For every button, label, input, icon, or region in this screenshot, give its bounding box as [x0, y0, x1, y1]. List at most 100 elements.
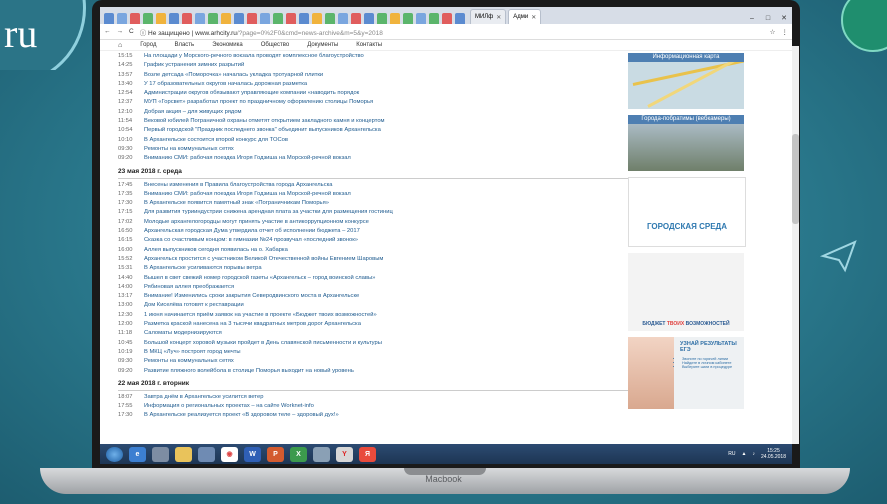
news-item[interactable]: 10:10 В Архангельске состоится второй кон… — [118, 136, 628, 145]
news-link[interactable]: Разметка краской нанесена на 3 тысячи кв… — [144, 321, 361, 327]
tool-icon[interactable] — [313, 446, 330, 462]
mini-tab[interactable] — [351, 13, 361, 24]
mini-tab[interactable] — [312, 13, 322, 24]
news-link[interactable]: Архангельск простится с участником Велик… — [144, 256, 383, 262]
news-link[interactable]: На площади у Морского-речного вокзала пр… — [144, 53, 364, 59]
mini-tab[interactable] — [195, 13, 205, 24]
news-item[interactable]: 09:30 Ремонты на коммунальных сетях — [118, 145, 628, 154]
mini-tab[interactable] — [455, 13, 465, 24]
mini-tab[interactable] — [403, 13, 413, 24]
news-link[interactable]: Первый городской "Праздник последнего зв… — [144, 127, 381, 133]
news-link[interactable]: Вековой юбилей Пограничной охраны отметя… — [144, 118, 385, 124]
news-item[interactable]: 14:00 Рябиновая аллея преображается — [118, 283, 628, 292]
news-item[interactable]: 15:15 На площади у Морского-речного вокза… — [118, 52, 628, 61]
news-item[interactable]: 09:30 Ремонты на коммунальных сетях — [118, 357, 628, 366]
news-link[interactable]: У 17 образовательных округов началась до… — [144, 81, 307, 87]
nav-dokumenty[interactable]: Документы — [307, 42, 338, 48]
mini-tab[interactable] — [325, 13, 335, 24]
news-item[interactable]: 18:07 Завтра днём в Архангельске усилится… — [118, 393, 628, 402]
mini-tab[interactable] — [221, 13, 231, 24]
news-item[interactable]: 11:18 Саломаты модернизируются — [118, 329, 628, 338]
city-environment-banner[interactable]: ГОРОДСКАЯ СРЕДА — [628, 177, 746, 247]
nav-ekonomika[interactable]: Экономика — [212, 42, 243, 48]
forward-arrow-icon[interactable]: → — [117, 28, 124, 35]
news-item[interactable]: 09:20 Развитие пляжного волейбола в столи… — [118, 367, 628, 376]
news-item[interactable]: 11:54 Вековой юбилей Пограничной охраны о… — [118, 117, 628, 126]
scroll-thumb[interactable] — [792, 134, 799, 224]
mini-tab[interactable] — [104, 13, 114, 24]
news-link[interactable]: Вниманию СМИ: рабочая поездка Игоря Годз… — [144, 155, 351, 161]
yandex-icon[interactable]: Y — [336, 446, 353, 462]
news-link[interactable]: Информация о региональных проектах – на … — [144, 403, 314, 409]
news-item[interactable]: 10:19 В МКЦ «Луч» построят город мечты — [118, 348, 628, 357]
news-item[interactable]: 16:15 Сказка со счастливым концом: в гимн… — [118, 236, 628, 245]
news-link[interactable]: График устранения зимних разрытий — [144, 62, 244, 68]
news-item[interactable]: 12:30 1 июня начинается приём заявок на у… — [118, 311, 628, 320]
page-scrollbar[interactable] — [792, 46, 799, 444]
mini-tab[interactable] — [338, 13, 348, 24]
budget-banner[interactable]: БЮДЖЕТ ТВОИХ ВОЗМОЖНОСТЕЙ — [628, 253, 744, 331]
nav-kontakty[interactable]: Контакты — [356, 42, 382, 48]
reload-icon[interactable]: C — [129, 28, 134, 35]
news-item[interactable]: 17:02 Молодые архангелогородцы могут прин… — [118, 218, 628, 227]
news-link[interactable]: Ремонты на коммунальных сетях — [144, 358, 234, 364]
news-item[interactable]: 13:57 Возле детсада «Поморочка» началась … — [118, 71, 628, 80]
info-map-banner[interactable]: Информационная карта — [628, 53, 744, 109]
news-link[interactable]: Внимание! Изменились сроки закрытия Севе… — [144, 293, 359, 299]
news-item[interactable]: 16:50 Архангельская городская Дума утверд… — [118, 227, 628, 236]
news-item[interactable]: 17:35 Вниманию СМИ: рабочая поездка Игоря… — [118, 190, 628, 199]
news-item[interactable]: 17:55 Информация о региональных проектах … — [118, 402, 628, 411]
mini-tab[interactable] — [273, 13, 283, 24]
mini-tab[interactable] — [143, 13, 153, 24]
news-link[interactable]: В Архангельске усиливаются порывы ветра — [144, 265, 262, 271]
news-link[interactable]: МУП «Горсвет» разработал проект по празд… — [144, 99, 373, 105]
news-item[interactable]: 15:52 Архангельск простится с участником … — [118, 255, 628, 264]
start-icon[interactable] — [106, 446, 123, 462]
news-item[interactable]: 17:45 Внесены изменения в Правила благоус… — [118, 181, 628, 190]
news-item[interactable]: 16:00 Аллея выпускников сегодня появилась… — [118, 246, 628, 255]
minimize-icon[interactable]: – — [744, 14, 760, 24]
mini-tab[interactable] — [117, 13, 127, 24]
nav-obshchestvo[interactable]: Общество — [261, 42, 290, 48]
news-link[interactable]: Для развития турииндустрии снижена аренд… — [144, 209, 393, 215]
maximize-icon[interactable]: □ — [760, 14, 776, 24]
twin-cities-banner[interactable]: Города-побратимы (вебкамеры) — [628, 115, 744, 171]
star-icon[interactable]: ☆ — [770, 28, 776, 36]
news-item[interactable]: 15:31 В Архангельске усиливаются порывы в… — [118, 264, 628, 273]
news-link[interactable]: В Архангельске реализуется проект «В здо… — [144, 412, 339, 418]
news-link[interactable]: Вышел в свет свежий номер городской газе… — [144, 275, 375, 281]
news-link[interactable]: Администрации округов обязывают управляю… — [144, 90, 359, 96]
powerpoint-icon[interactable]: P — [267, 446, 284, 462]
news-item[interactable]: 14:40 Вышел в свет свежий номер городской… — [118, 274, 628, 283]
tab-admin[interactable]: Адми ✕ — [508, 9, 542, 24]
news-link[interactable]: Архангельская городская Дума утвердила о… — [144, 228, 360, 234]
mini-tab[interactable] — [416, 13, 426, 24]
news-link[interactable]: Возле детсада «Поморочка» началась уклад… — [144, 72, 323, 78]
news-link[interactable]: В Архангельске появится памятный знак «П… — [144, 200, 329, 206]
mini-tab[interactable] — [208, 13, 218, 24]
clock[interactable]: 15:25 24.05.2018 — [761, 448, 786, 460]
word-doc-icon[interactable]: W — [244, 446, 261, 462]
news-link[interactable]: Завтра днём в Архангельске усилится вете… — [144, 394, 263, 400]
network-icon[interactable]: ▲ — [742, 451, 747, 457]
mini-tab[interactable] — [377, 13, 387, 24]
news-link[interactable]: Сказка со счастливым концом: в гимназии … — [144, 237, 358, 243]
mini-tab[interactable] — [390, 13, 400, 24]
news-link[interactable]: Рябиновая аллея преображается — [144, 284, 234, 290]
news-link[interactable]: Развитие пляжного волейбола в столице По… — [144, 368, 354, 374]
mini-tab[interactable] — [156, 13, 166, 24]
news-item[interactable]: 12:54 Администрации округов обязывают упр… — [118, 89, 628, 98]
mini-tab[interactable] — [364, 13, 374, 24]
mini-tab[interactable] — [260, 13, 270, 24]
news-item[interactable]: 13:17 Внимание! Изменились сроки закрытия… — [118, 292, 628, 301]
news-link[interactable]: Саломаты модернизируются — [144, 330, 222, 336]
close-window-icon[interactable]: ✕ — [776, 14, 792, 24]
news-item[interactable]: 13:00 Дом Киселёва готовят к реставрации — [118, 301, 628, 310]
word-icon[interactable] — [198, 446, 215, 462]
explorer-icon[interactable] — [152, 446, 169, 462]
volume-icon[interactable]: ♪ — [752, 451, 755, 457]
news-item[interactable]: 17:15 Для развития турииндустрии снижена … — [118, 208, 628, 217]
mini-tab[interactable] — [286, 13, 296, 24]
news-link[interactable]: В МКЦ «Луч» построят город мечты — [144, 349, 241, 355]
tab-milf[interactable]: МИЛф ✕ — [470, 9, 507, 24]
